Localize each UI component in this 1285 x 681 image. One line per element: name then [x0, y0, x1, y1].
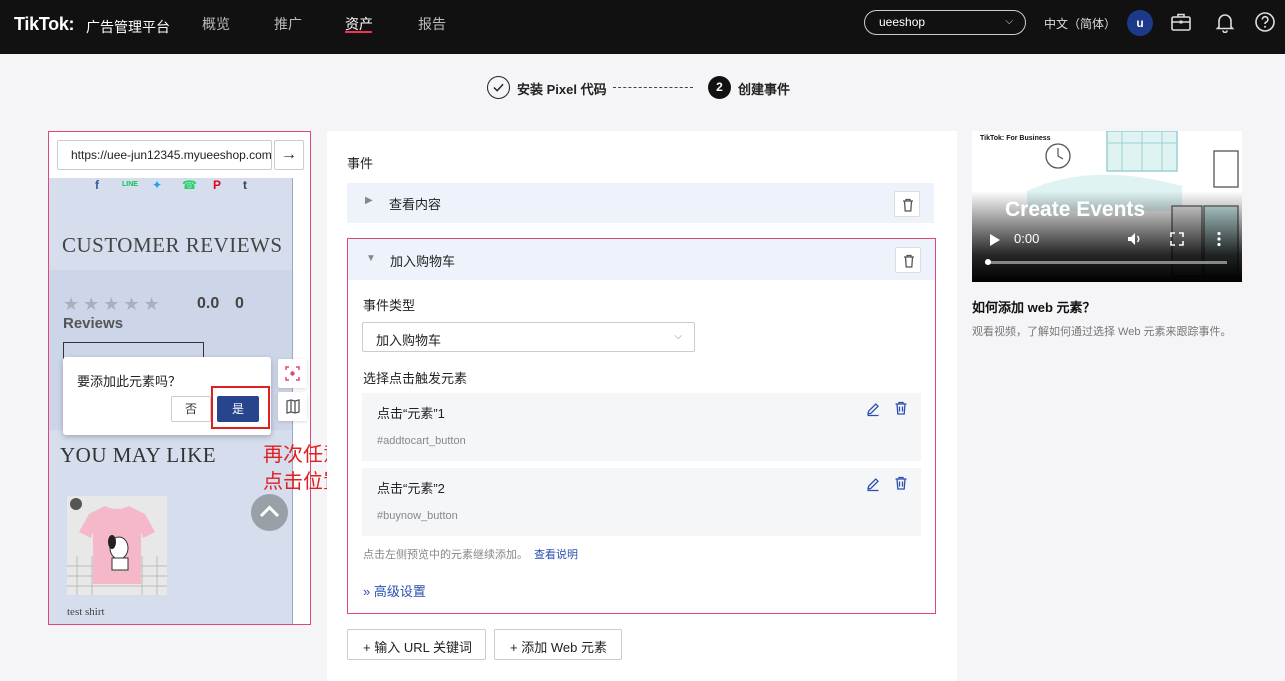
- platform-name: 广告管理平台: [86, 19, 170, 35]
- nav-overview[interactable]: 概览: [202, 14, 230, 34]
- help-title: 如何添加 web 元素？: [972, 300, 1096, 315]
- rating-stars: ★★★★★: [63, 294, 164, 314]
- delete-event-button[interactable]: [895, 247, 921, 273]
- review-count: 0: [235, 295, 244, 312]
- nav-reports[interactable]: 报告: [418, 14, 446, 34]
- event-title: 查看内容: [389, 197, 442, 212]
- chevron-up-icon: [259, 505, 280, 518]
- help-description: 观看视频，了解如何通过选择 Web 元素来跟踪事件。: [972, 326, 1232, 338]
- step2-number: 2: [708, 76, 731, 99]
- plus-icon: +: [510, 640, 518, 655]
- event-row-add-to-cart[interactable]: ▼ 加入购物车: [348, 239, 935, 280]
- bell-icon[interactable]: [1214, 11, 1236, 33]
- product-name[interactable]: test shirt: [67, 606, 105, 618]
- video-title: Create Events: [1005, 198, 1146, 221]
- video-time: 0:00: [1014, 231, 1040, 246]
- step2-label: 创建事件: [738, 82, 791, 97]
- trigger-element-title: 点击“元素”1: [377, 406, 445, 421]
- trash-icon: [903, 198, 913, 212]
- step1-label: 安装 Pixel 代码: [517, 82, 607, 97]
- tiktok-logo[interactable]: TikTok:: [14, 14, 75, 35]
- trigger-element-item: 点击“元素”2 #buynow_button: [362, 468, 921, 536]
- edit-icon[interactable]: [865, 476, 881, 492]
- trigger-element-title: 点击“元素”2: [377, 481, 445, 496]
- video-progress-bar[interactable]: [985, 261, 1227, 264]
- help-icon[interactable]: [1254, 11, 1276, 33]
- arrow-right-icon: →: [281, 146, 297, 163]
- briefcase-icon[interactable]: [1170, 11, 1192, 33]
- caret-right-icon: ▶: [365, 195, 373, 206]
- chevron-down-icon: ⌵: [674, 331, 682, 342]
- popup-question: 要添加此元素吗？: [77, 374, 182, 389]
- add-url-keyword-button[interactable]: + 输入 URL 关键词: [347, 629, 486, 660]
- facebook-icon[interactable]: f: [95, 178, 99, 192]
- add-url-keyword-label: 输入 URL 关键词: [374, 640, 472, 655]
- trigger-element-label: 选择点击触发元素: [363, 371, 468, 386]
- video-progress-handle[interactable]: [985, 259, 991, 265]
- trigger-element-item: 点击“元素”1 #addtocart_button: [362, 393, 921, 461]
- popup-no-button[interactable]: 否: [171, 396, 211, 422]
- fullscreen-icon[interactable]: [1170, 232, 1184, 246]
- chevron-down-icon: ⌵: [1005, 16, 1013, 27]
- trigger-element-selector: #addtocart_button: [377, 435, 466, 447]
- play-icon[interactable]: [989, 233, 1001, 247]
- add-more-hint: 点击左侧预览中的元素继续添加。 查看说明: [363, 546, 578, 562]
- language-switch[interactable]: 中文（简体）: [1044, 15, 1116, 32]
- reviews-label: Reviews: [63, 315, 124, 332]
- rating-value: 0.0: [197, 295, 220, 312]
- volume-icon[interactable]: [1127, 231, 1143, 247]
- more-options-icon[interactable]: [1216, 231, 1222, 247]
- avatar[interactable]: u: [1127, 10, 1153, 36]
- map-icon: [286, 399, 300, 414]
- preview-url-input[interactable]: https://uee-jun12345.myueeshop.com: [57, 140, 272, 170]
- view-instructions-link[interactable]: 查看说明: [534, 549, 578, 561]
- double-chevron-down-icon: »: [363, 584, 371, 599]
- nav-active-indicator: [345, 31, 372, 33]
- tutorial-video[interactable]: TikTok: For Business Create Events 0:00: [972, 131, 1242, 282]
- edit-icon[interactable]: [865, 401, 881, 417]
- events-section-label: 事件: [347, 156, 374, 171]
- product-image[interactable]: [67, 496, 167, 595]
- you-may-like-title: YOU MAY LIKE: [60, 443, 217, 467]
- trash-icon[interactable]: [893, 400, 909, 416]
- whatsapp-icon[interactable]: ☎: [182, 178, 197, 192]
- event-type-select[interactable]: 加入购物车 ⌵: [362, 322, 695, 352]
- step-divider: [613, 87, 693, 88]
- shop-selector[interactable]: ueeshop ⌵: [864, 10, 1026, 35]
- caret-down-icon: ▼: [366, 253, 376, 264]
- yes-button-highlight: [211, 386, 270, 429]
- twitter-icon[interactable]: ✦: [152, 178, 162, 192]
- trigger-element-selector: #buynow_button: [377, 510, 458, 522]
- trash-icon: [904, 254, 914, 268]
- shop-selector-value: ueeshop: [879, 15, 926, 29]
- event-row-view-content[interactable]: ▶ 查看内容: [347, 183, 934, 223]
- hint-text: 点击左侧预览中的元素继续添加。: [363, 549, 528, 561]
- go-arrow-button[interactable]: →: [274, 140, 304, 170]
- scroll-to-top-button[interactable]: [251, 494, 288, 531]
- select-element-tool-button[interactable]: [278, 359, 307, 388]
- delete-event-button[interactable]: [894, 191, 920, 217]
- add-web-element-label: 添加 Web 元素: [521, 640, 607, 655]
- event-type-label: 事件类型: [363, 298, 416, 313]
- nav-campaign[interactable]: 推广: [274, 14, 302, 34]
- tumblr-icon[interactable]: t: [243, 178, 247, 192]
- video-brand: TikTok: For Business: [980, 135, 1051, 142]
- trash-icon[interactable]: [893, 475, 909, 491]
- toggle-view-tool-button[interactable]: [278, 392, 307, 421]
- top-navbar: TikTok: 广告管理平台 概览 推广 资产 报告 ueeshop ⌵ 中文（…: [0, 0, 1285, 54]
- advanced-settings-toggle[interactable]: » 高级设置: [363, 581, 426, 600]
- event-title: 加入购物车: [390, 254, 456, 269]
- add-web-element-button[interactable]: + 添加 Web 元素: [494, 629, 622, 660]
- line-icon[interactable]: LINE: [122, 181, 138, 188]
- target-select-icon: [285, 366, 300, 381]
- customer-reviews-title: CUSTOMER REVIEWS: [62, 233, 283, 257]
- pinterest-icon[interactable]: P: [213, 178, 221, 192]
- plus-icon: +: [363, 640, 371, 655]
- step-complete-check-icon: [487, 76, 510, 99]
- advanced-settings-label: 高级设置: [373, 584, 426, 599]
- event-type-value: 加入购物车: [376, 333, 442, 348]
